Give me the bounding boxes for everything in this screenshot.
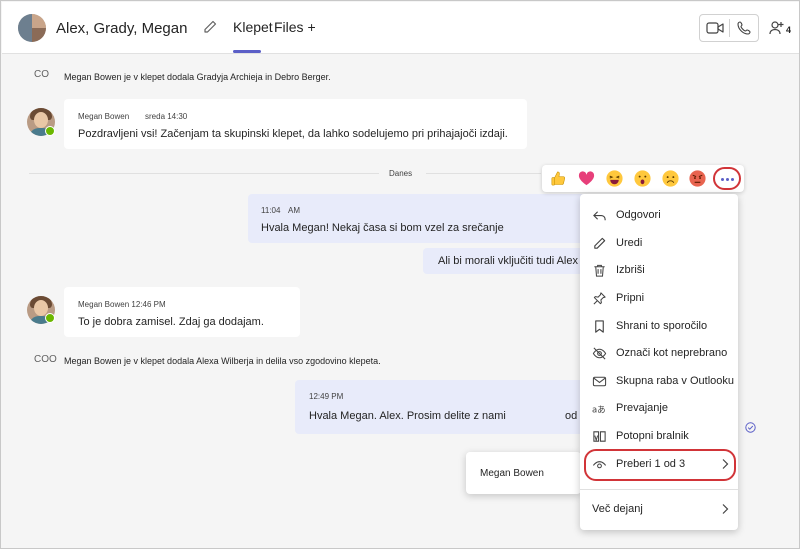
mail-icon xyxy=(592,376,607,387)
message-time: 11:04 xyxy=(261,206,281,215)
seen-check-icon xyxy=(745,422,756,433)
more-options-button[interactable] xyxy=(713,167,741,190)
angry-icon[interactable] xyxy=(688,169,707,188)
message-sender: Megan Bowen xyxy=(78,112,130,121)
call-buttons xyxy=(699,14,759,42)
phone-call-icon[interactable] xyxy=(736,20,752,36)
message-text: Hvala Megan! Nekaj časa si bom vzel za s… xyxy=(261,222,504,234)
reply-icon xyxy=(593,211,606,221)
message-text: To je dobra zamisel. Zdaj ga dodajam. xyxy=(78,316,264,328)
heart-icon[interactable] xyxy=(577,169,596,188)
menu-item-immersive-reader[interactable]: Potopni bralnik xyxy=(580,423,738,450)
message-time: 12:49 PM xyxy=(309,392,344,401)
menu-item-edit[interactable]: Uredi xyxy=(580,230,738,257)
chat-header: Alex, Grady, Megan Klepet Files + 4 xyxy=(2,2,799,54)
menu-item-delete[interactable]: Izbriši xyxy=(580,257,738,284)
group-added-icon: COO xyxy=(34,354,57,365)
system-message: Megan Bowen je v klepet dodala Gradyja A… xyxy=(64,72,331,82)
menu-item-save[interactable]: Shrani to sporočilo xyxy=(580,313,738,340)
menu-item-more-actions[interactable]: Več dejanj xyxy=(580,496,738,523)
date-divider: Danes xyxy=(389,169,413,178)
message-bubble[interactable]: 12:49 PM Hvala Megan. Alex. Prosim delit… xyxy=(295,380,588,434)
like-icon[interactable] xyxy=(549,169,568,188)
group-added-icon: CO xyxy=(34,69,49,80)
system-message: Megan Bowen je v klepet dodala Alexa Wil… xyxy=(64,356,381,366)
presence-available-icon xyxy=(45,313,55,323)
sad-icon[interactable] xyxy=(661,169,680,188)
surprised-icon[interactable] xyxy=(633,169,652,188)
menu-item-translate[interactable]: aあ Prevajanje xyxy=(580,395,738,422)
menu-divider xyxy=(580,489,738,490)
message-time-suffix: AM xyxy=(288,206,300,215)
reader-icon xyxy=(593,431,606,442)
message-bubble[interactable]: 11:04 AM Hvala Megan! Nekaj časa si bom … xyxy=(248,194,588,243)
read-by-highlight xyxy=(584,449,736,481)
delete-icon xyxy=(594,264,605,277)
bookmark-icon xyxy=(595,320,604,333)
menu-item-mark-unread[interactable]: Označi kot neprebrano xyxy=(580,340,738,367)
laugh-icon[interactable] xyxy=(605,169,624,188)
participant-count: 4 xyxy=(786,25,792,35)
message-time: sreda 14:30 xyxy=(145,112,188,121)
menu-item-pin[interactable]: Pripni xyxy=(580,285,738,312)
message-text: Hvala Megan. Alex. Prosim delite z nami xyxy=(309,410,506,422)
translate-icon: aあ xyxy=(592,404,606,414)
active-tab-indicator xyxy=(233,50,261,53)
svg-text:aあ: aあ xyxy=(592,404,606,414)
group-avatar[interactable] xyxy=(18,14,46,42)
message-bubble[interactable]: Ali bi morali vključiti tudi Alex xyxy=(423,248,588,274)
date-divider-line xyxy=(29,173,379,174)
reaction-bar xyxy=(542,165,744,192)
message-sender: Megan Bowen 12:46 PM xyxy=(78,300,166,309)
pin-icon xyxy=(593,292,606,305)
read-by-popup: Megan Bowen xyxy=(466,452,581,494)
chat-window: Alex, Grady, Megan Klepet Files + 4 CO M… xyxy=(0,0,800,549)
chevron-right-icon xyxy=(722,504,729,514)
edit-icon xyxy=(594,237,606,249)
pencil-icon[interactable] xyxy=(202,19,218,35)
message-text: Pozdravljeni vsi! Začenjam ta skupinski … xyxy=(78,128,508,140)
message-text: Ali bi morali vključiti tudi Alex xyxy=(438,255,578,267)
tab-chat[interactable]: Klepet xyxy=(233,19,273,35)
video-call-icon[interactable] xyxy=(706,21,724,35)
date-divider-line xyxy=(426,173,541,174)
message-bubble[interactable]: Megan Bowen sreda 14:30 Pozdravljeni vsi… xyxy=(64,99,527,149)
tab-files[interactable]: Files + xyxy=(274,19,316,35)
unread-icon xyxy=(592,347,607,360)
read-by-name: Megan Bowen xyxy=(480,468,544,479)
message-bubble[interactable]: Megan Bowen 12:46 PM To je dobra zamisel… xyxy=(64,287,300,337)
people-icon[interactable] xyxy=(768,19,786,37)
menu-item-share-outlook[interactable]: Skupna raba v Outlooku xyxy=(580,368,738,395)
menu-item-reply[interactable]: Odgovori xyxy=(580,202,738,229)
presence-available-icon xyxy=(45,126,55,136)
chat-title[interactable]: Alex, Grady, Megan xyxy=(56,20,187,37)
